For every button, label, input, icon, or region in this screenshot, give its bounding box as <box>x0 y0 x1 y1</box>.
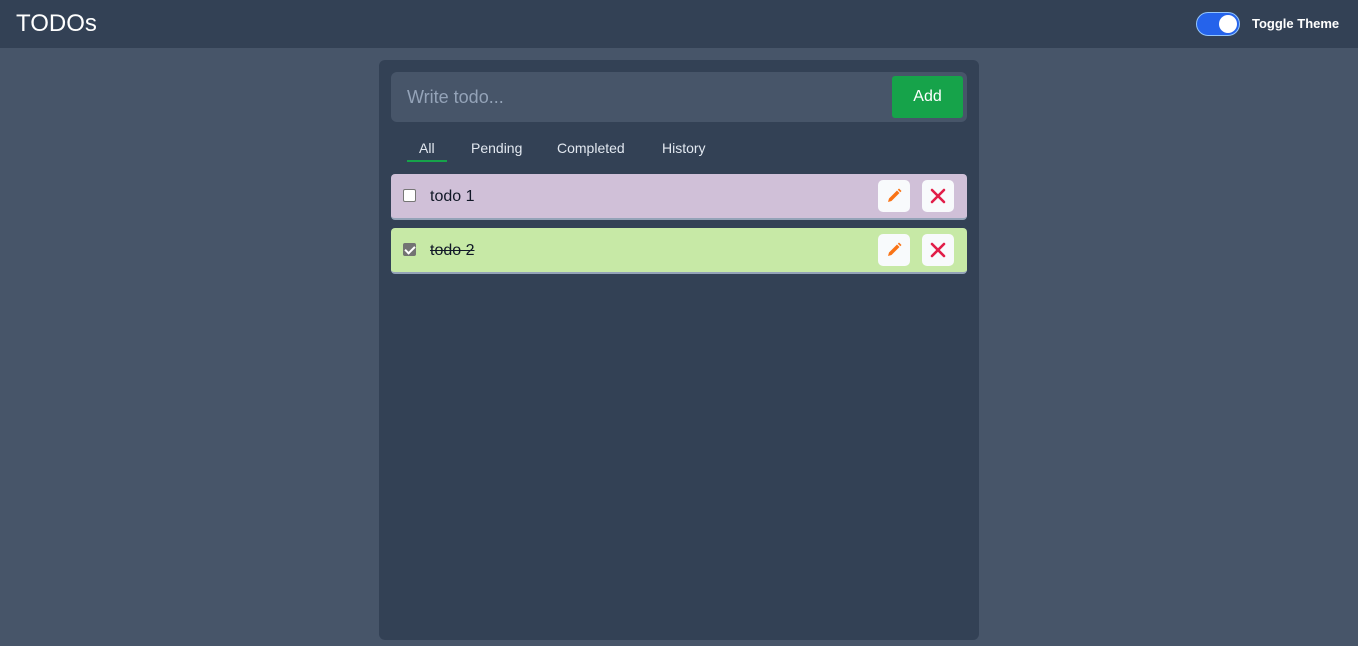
todo-checkbox[interactable] <box>403 189 416 202</box>
pencil-icon <box>888 188 902 202</box>
tab-all[interactable]: All <box>419 140 435 156</box>
tab-pending[interactable]: Pending <box>471 140 522 156</box>
todo-panel: Add All Pending Completed History todo 1… <box>379 60 979 640</box>
todo-text: todo 1 <box>430 188 475 205</box>
theme-toggle-label[interactable]: Toggle Theme <box>1252 16 1339 32</box>
app-title: TODOs <box>16 10 97 37</box>
todo-input[interactable] <box>391 72 891 122</box>
toggle-knob <box>1219 15 1237 33</box>
tab-history[interactable]: History <box>662 140 706 156</box>
close-icon <box>930 242 946 258</box>
todo-input-bar: Add <box>391 72 967 122</box>
todo-item: todo 1 <box>391 174 967 220</box>
active-tab-indicator <box>407 160 447 162</box>
todo-checkbox[interactable] <box>403 243 416 256</box>
delete-button[interactable] <box>922 180 954 212</box>
checkmark-icon <box>404 243 416 255</box>
edit-button[interactable] <box>878 180 910 212</box>
theme-toggle[interactable] <box>1196 12 1240 36</box>
close-icon <box>930 188 946 204</box>
add-button[interactable]: Add <box>892 76 963 118</box>
pencil-icon <box>888 242 902 256</box>
delete-button[interactable] <box>922 234 954 266</box>
todo-item: todo 2 <box>391 228 967 274</box>
todo-text: todo 2 <box>430 242 475 259</box>
edit-button[interactable] <box>878 234 910 266</box>
app-header: TODOs Toggle Theme <box>0 0 1358 48</box>
tab-completed[interactable]: Completed <box>557 140 625 156</box>
